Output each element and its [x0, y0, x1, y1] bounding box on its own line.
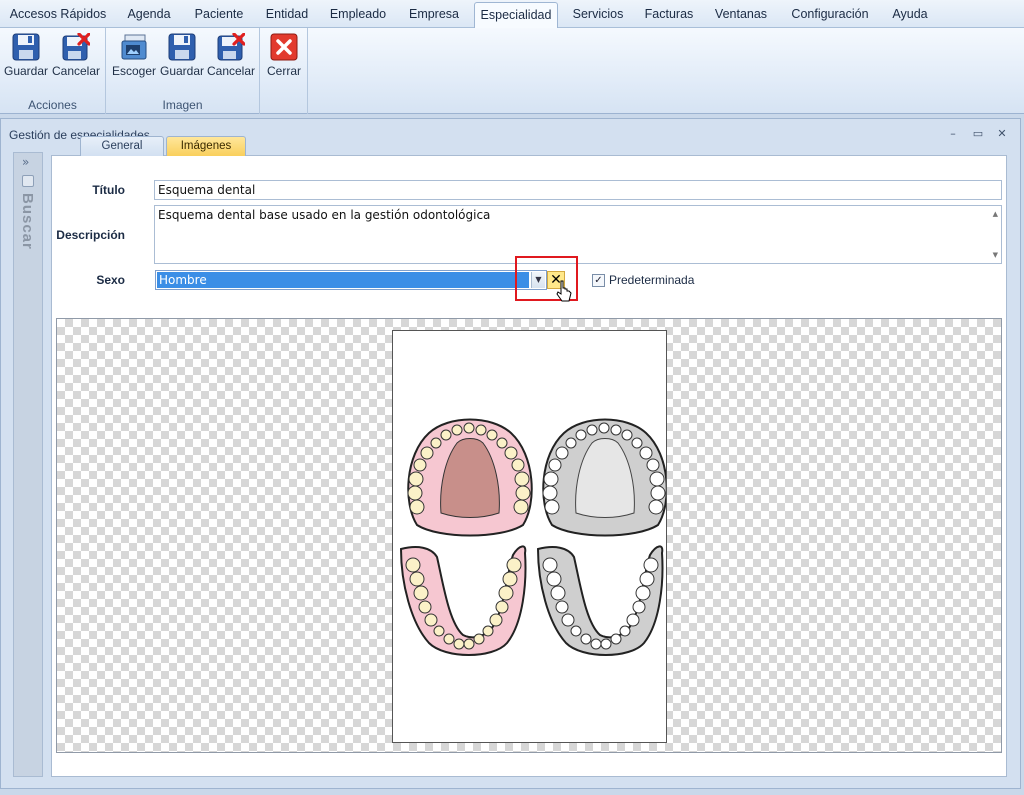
- menu-tab-ventanas[interactable]: Ventanas: [706, 2, 776, 28]
- scroll-up-icon[interactable]: ▲: [993, 210, 998, 218]
- save-icon: [12, 33, 40, 61]
- cancel-save-icon: [62, 33, 90, 61]
- close-icon[interactable]: ✕: [995, 127, 1009, 141]
- cerrar-button[interactable]: Cerrar: [260, 31, 308, 79]
- ribbon-group-title-imagen: Imagen: [162, 98, 203, 112]
- acciones-guardar-label: Guardar: [3, 64, 49, 78]
- save-icon: [168, 33, 196, 61]
- upper-arch-gray: [542, 418, 668, 537]
- ribbon-group-acciones: Guardar Cancelar Acciones: [0, 28, 106, 114]
- ribbon-group-title-acciones: Acciones: [28, 98, 77, 112]
- sexo-selected-value: Hombre: [157, 272, 529, 288]
- menu-tab-paciente[interactable]: Paciente: [186, 2, 252, 28]
- lower-arch-colored: [399, 545, 527, 656]
- ribbon: Guardar Cancelar Acciones Escoger Guarda…: [0, 28, 1024, 114]
- predeterminada-checkbox[interactable]: ✓: [592, 274, 605, 287]
- menu-tab-empleado[interactable]: Empleado: [322, 2, 394, 28]
- minimize-icon[interactable]: –: [946, 127, 960, 141]
- imagen-cancelar-label: Cancelar: [206, 64, 256, 78]
- sexo-combobox[interactable]: Hombre ▼: [155, 270, 547, 290]
- menu-tab-configuracion[interactable]: Configuración: [782, 2, 878, 28]
- menu-tab-entidad[interactable]: Entidad: [258, 2, 316, 28]
- imagen-cancelar-button[interactable]: Cancelar: [207, 31, 255, 79]
- close-red-icon: [270, 33, 298, 61]
- ribbon-group-cerrar: Cerrar: [260, 28, 308, 114]
- menu-tab-accesos-rapidos[interactable]: Accesos Rápidos: [4, 2, 112, 28]
- lower-arch-gray: [536, 545, 664, 656]
- descripcion-field[interactable]: Esquema dental base usado en la gestión …: [154, 205, 1002, 264]
- imagen-escoger-button[interactable]: Escoger: [110, 31, 158, 79]
- dental-chart-illustration: [399, 418, 668, 656]
- descripcion-label: Descripción: [56, 228, 125, 242]
- search-icon: [22, 175, 34, 187]
- tab-general[interactable]: General: [80, 136, 164, 156]
- sexo-label: Sexo: [96, 273, 125, 287]
- especialidades-window: Gestión de especialidades – ▭ ✕ » Buscar…: [0, 118, 1021, 789]
- menu-tab-empresa[interactable]: Empresa: [400, 2, 468, 28]
- upper-arch-colored: [407, 418, 533, 537]
- scroll-down-icon[interactable]: ▼: [993, 251, 998, 259]
- tab-imagenes[interactable]: Imágenes: [166, 136, 246, 156]
- image-canvas[interactable]: [56, 318, 1002, 753]
- acciones-cancelar-button[interactable]: Cancelar: [52, 31, 100, 79]
- cerrar-label: Cerrar: [266, 64, 301, 78]
- titulo-field[interactable]: Esquema dental: [154, 180, 1002, 200]
- menu-tab-facturas[interactable]: Facturas: [638, 2, 700, 28]
- menu-tab-agenda[interactable]: Agenda: [118, 2, 180, 28]
- expand-chevron-icon[interactable]: »: [22, 155, 29, 169]
- dental-chart-image: [392, 330, 668, 743]
- cancel-save-icon: [217, 33, 245, 61]
- search-panel-label: Buscar: [19, 193, 36, 250]
- imagen-guardar-button[interactable]: Guardar: [158, 31, 206, 79]
- choose-image-icon: [121, 34, 147, 60]
- acciones-cancelar-label: Cancelar: [51, 64, 101, 78]
- restore-icon[interactable]: ▭: [971, 127, 985, 141]
- ribbon-group-imagen: Escoger Guardar Cancelar Imagen: [106, 28, 260, 114]
- search-side-panel[interactable]: » Buscar: [13, 152, 43, 777]
- acciones-guardar-button[interactable]: Guardar: [2, 31, 50, 79]
- predeterminada-label: Predeterminada: [609, 273, 695, 287]
- menu-tab-bar: Accesos Rápidos Agenda Paciente Entidad …: [0, 0, 1024, 28]
- form-content: General Imágenes Título Esquema dental D…: [51, 136, 1007, 777]
- titulo-label: Título: [92, 183, 125, 197]
- menu-tab-ayuda[interactable]: Ayuda: [884, 2, 936, 28]
- menu-tab-especialidad[interactable]: Especialidad: [474, 2, 558, 28]
- imagen-guardar-label: Guardar: [159, 64, 205, 78]
- menu-tab-servicios[interactable]: Servicios: [564, 2, 632, 28]
- mouse-pointer-icon: [556, 280, 572, 302]
- descripcion-text: Esquema dental base usado en la gestión …: [158, 208, 491, 222]
